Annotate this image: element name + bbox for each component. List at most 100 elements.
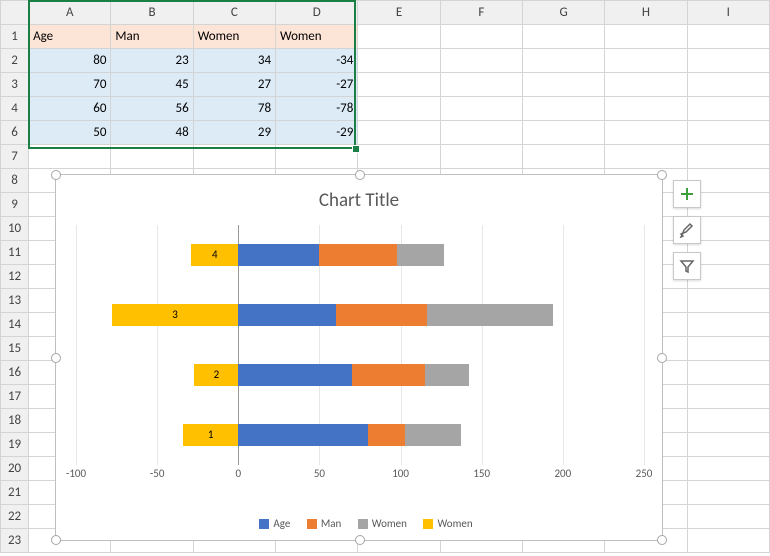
cell[interactable]: -34	[276, 49, 358, 73]
cell[interactable]: Women	[193, 25, 275, 49]
row-header[interactable]: 8	[1, 169, 29, 193]
row-header[interactable]: 4	[1, 97, 29, 121]
chart-elements-button[interactable]	[673, 180, 701, 208]
chart-title[interactable]: Chart Title	[56, 175, 662, 212]
cell[interactable]: 23	[111, 49, 193, 73]
cell[interactable]	[687, 25, 769, 49]
cell[interactable]: -78	[276, 97, 358, 121]
cell[interactable]	[605, 25, 687, 49]
chart-bar-segment[interactable]	[238, 424, 368, 446]
cell[interactable]	[687, 289, 769, 313]
cell[interactable]	[605, 73, 687, 97]
chart-bar-segment[interactable]	[238, 364, 352, 386]
chart-bar-segment[interactable]	[427, 304, 554, 326]
chart-legend[interactable]: Age Man Women Women	[56, 517, 662, 530]
cell[interactable]: Man	[111, 25, 193, 49]
chart-resize-handle[interactable]	[657, 170, 667, 180]
cell[interactable]: 60	[29, 97, 111, 121]
chart-bar-segment[interactable]	[425, 364, 469, 386]
row-header[interactable]: 10	[1, 217, 29, 241]
cell[interactable]	[440, 49, 522, 73]
row-header[interactable]: 3	[1, 73, 29, 97]
row-header[interactable]: 18	[1, 409, 29, 433]
cell[interactable]: Women	[276, 25, 358, 49]
chart-resize-handle[interactable]	[657, 353, 667, 363]
column-header[interactable]: H	[605, 1, 687, 25]
cell[interactable]	[29, 145, 111, 169]
cell[interactable]	[605, 49, 687, 73]
cell[interactable]	[687, 385, 769, 409]
chart-resize-handle[interactable]	[51, 170, 61, 180]
cell[interactable]	[522, 97, 604, 121]
row-header[interactable]: 16	[1, 361, 29, 385]
cell[interactable]	[440, 25, 522, 49]
cell[interactable]	[358, 49, 440, 73]
cell[interactable]	[358, 25, 440, 49]
column-header[interactable]: I	[687, 1, 769, 25]
cell[interactable]: 78	[193, 97, 275, 121]
row-header[interactable]: 23	[1, 529, 29, 553]
chart-object[interactable]: Chart Title 1234 Age Man Women Women -10…	[55, 174, 663, 541]
cell[interactable]	[358, 121, 440, 145]
chart-styles-button[interactable]	[673, 216, 701, 244]
cell[interactable]: 48	[111, 121, 193, 145]
chart-bar-segment[interactable]	[368, 424, 405, 446]
cell[interactable]	[687, 505, 769, 529]
cell[interactable]	[605, 97, 687, 121]
cell[interactable]	[687, 145, 769, 169]
cell[interactable]: 56	[111, 97, 193, 121]
row-header[interactable]: 20	[1, 457, 29, 481]
row-header[interactable]: 9	[1, 193, 29, 217]
cell[interactable]	[687, 433, 769, 457]
column-header[interactable]: F	[440, 1, 522, 25]
cell[interactable]	[111, 145, 193, 169]
cell[interactable]	[687, 73, 769, 97]
row-header[interactable]: 11	[1, 241, 29, 265]
cell[interactable]	[687, 457, 769, 481]
cell[interactable]	[687, 529, 769, 553]
cell[interactable]	[522, 49, 604, 73]
cell[interactable]	[440, 73, 522, 97]
chart-bar-segment[interactable]	[238, 244, 319, 266]
cell[interactable]: 27	[193, 73, 275, 97]
cell[interactable]	[358, 73, 440, 97]
cell[interactable]	[687, 337, 769, 361]
cell[interactable]	[358, 145, 440, 169]
cell[interactable]	[687, 313, 769, 337]
chart-bar-segment[interactable]	[397, 244, 444, 266]
row-header[interactable]: 12	[1, 265, 29, 289]
row-header[interactable]: 15	[1, 337, 29, 361]
cell[interactable]	[687, 121, 769, 145]
row-header[interactable]: 7	[1, 145, 29, 169]
row-header[interactable]: 14	[1, 313, 29, 337]
cell[interactable]: 45	[111, 73, 193, 97]
row-header[interactable]: 6	[1, 121, 29, 145]
chart-resize-handle[interactable]	[51, 535, 61, 545]
column-header[interactable]: B	[111, 1, 193, 25]
cell[interactable]: 34	[193, 49, 275, 73]
cell[interactable]: 70	[29, 73, 111, 97]
chart-filter-button[interactable]	[673, 252, 701, 280]
cell[interactable]: 50	[29, 121, 111, 145]
row-header[interactable]: 19	[1, 433, 29, 457]
cell[interactable]: Age	[29, 25, 111, 49]
cell[interactable]	[522, 25, 604, 49]
cell[interactable]	[358, 97, 440, 121]
chart-plot-area[interactable]: 1234	[76, 225, 644, 465]
row-header[interactable]: 2	[1, 49, 29, 73]
cell[interactable]	[440, 97, 522, 121]
chart-resize-handle[interactable]	[355, 535, 365, 545]
cell[interactable]: 29	[193, 121, 275, 145]
cell[interactable]	[522, 73, 604, 97]
select-all-cell[interactable]	[1, 1, 29, 25]
cell[interactable]	[687, 409, 769, 433]
chart-resize-handle[interactable]	[657, 535, 667, 545]
cell[interactable]	[440, 121, 522, 145]
chart-bar-segment[interactable]	[405, 424, 460, 446]
cell[interactable]	[193, 145, 275, 169]
row-header[interactable]: 21	[1, 481, 29, 505]
chart-bar-segment[interactable]	[352, 364, 425, 386]
cell[interactable]	[605, 121, 687, 145]
cell[interactable]	[440, 145, 522, 169]
row-header[interactable]: 22	[1, 505, 29, 529]
